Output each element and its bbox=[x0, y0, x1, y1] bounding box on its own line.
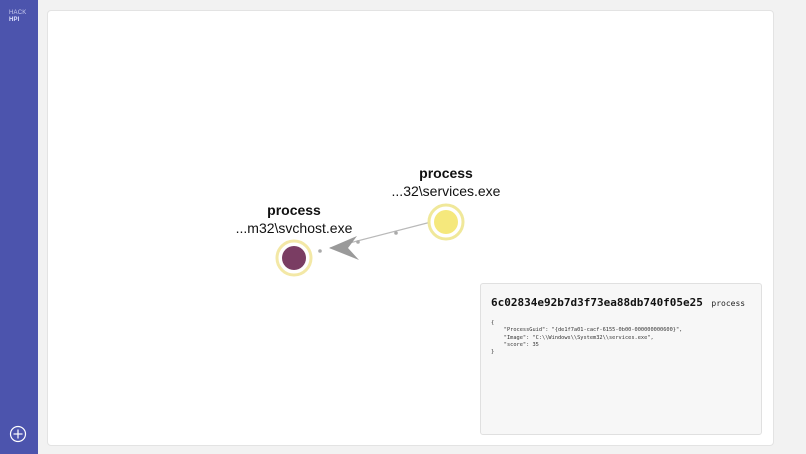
logo-line-2: HPI bbox=[9, 16, 20, 23]
node-title: process bbox=[419, 165, 473, 181]
edge-arrowhead bbox=[329, 236, 359, 260]
edge-dot bbox=[394, 231, 398, 235]
node-body bbox=[282, 246, 306, 270]
app-logo: HACK HPI bbox=[9, 10, 33, 23]
node-title: process bbox=[267, 202, 321, 218]
add-button[interactable] bbox=[9, 425, 27, 443]
node-body bbox=[434, 210, 458, 234]
graph-node-services[interactable] bbox=[427, 203, 465, 241]
node-subtitle: ...32\services.exe bbox=[391, 183, 501, 199]
detail-id[interactable]: 6c02834e92b7d3f73ea88db740f05e25 bbox=[491, 296, 703, 309]
node-label-services: process ...32\services.exe bbox=[376, 165, 516, 200]
detail-header: 6c02834e92b7d3f73ea88db740f05e25 process bbox=[491, 293, 745, 311]
graph-node-svchost[interactable] bbox=[275, 239, 313, 277]
edge-dot bbox=[318, 249, 322, 253]
edge-dot bbox=[356, 240, 360, 244]
sidebar: HACK HPI bbox=[0, 0, 38, 454]
node-subtitle: ...m32\svchost.exe bbox=[235, 220, 353, 236]
detail-type: process bbox=[711, 299, 746, 308]
detail-panel: 6c02834e92b7d3f73ea88db740f05e25 process… bbox=[480, 283, 762, 435]
plus-circle-icon bbox=[9, 425, 27, 443]
node-label-svchost: process ...m32\svchost.exe bbox=[224, 202, 364, 237]
detail-json[interactable]: { "ProcessGuid": "{de1f7a01-cacf-6155-0b… bbox=[491, 320, 682, 356]
